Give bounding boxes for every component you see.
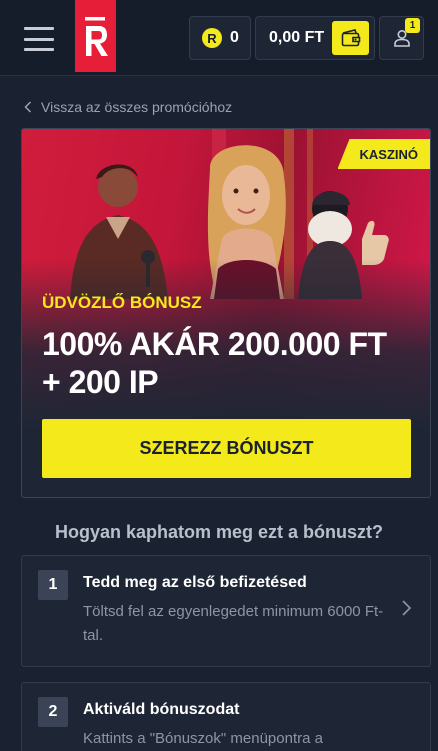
promo-kicker: ÜDVÖZLŐ BÓNUSZ [42,293,202,312]
step-description: Kattints a "Bónuszok" menüpontra a [83,730,323,747]
account-button[interactable]: 1 [379,16,424,60]
promo-title-line-2: + 200 IP [42,364,159,400]
step-card[interactable]: 1 Tedd meg az első befizetésed Töltsd fe… [21,555,431,667]
loyalty-coins-button[interactable]: R 0 [189,16,251,60]
step-description: Töltsd fel az egyenlegedet minimum 6000 … [83,603,384,644]
coin-count: 0 [230,29,239,46]
howto-heading: Hogyan kaphatom meg ezt a bónuszt? [54,522,384,542]
balance-amount: 0,00 FT [269,29,325,46]
back-link-label: Vissza az összes promócióhoz [41,99,233,115]
chevron-right-icon[interactable] [400,598,414,618]
step-number: 2 [38,697,68,727]
step-title: Tedd meg az első befizetésed [83,574,307,591]
brand-logo[interactable] [75,0,116,72]
category-tag: KASZINÓ [337,139,430,169]
back-to-promotions-link[interactable]: Vissza az összes promócióhoz [24,98,232,116]
promo-card: KASZINÓ ÜDVÖZLŐ BÓNUSZ 100% AKÁR 200.000… [21,128,431,498]
balance-button[interactable]: 0,00 FT [255,16,375,60]
chevron-left-icon [24,101,32,113]
claim-bonus-button[interactable]: SZEREZZ BÓNUSZT [42,419,411,478]
wallet-button[interactable] [332,21,369,55]
coin-icon: R [202,28,222,48]
promo-title-line-1: 100% AKÁR 200.000 FT [42,326,387,362]
wallet-icon [341,29,360,47]
top-header: R 0 0,00 FT 1 [0,0,438,76]
step-number: 1 [38,570,68,600]
promo-title: 100% AKÁR 200.000 FT + 200 IP [42,325,422,401]
hamburger-menu-icon[interactable] [24,27,54,51]
logo-r-icon [85,17,108,56]
step-card[interactable]: 2 Aktiváld bónuszodat Kattints a "Bónusz… [21,682,431,751]
step-title: Aktiváld bónuszodat [83,701,240,718]
notification-badge: 1 [405,18,420,33]
